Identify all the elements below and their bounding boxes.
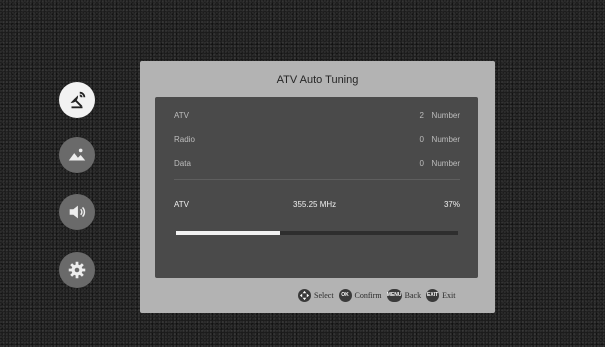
hint-label: Back — [404, 290, 422, 300]
side-menu-settings[interactable] — [59, 252, 95, 288]
row-count: 0 — [419, 159, 424, 168]
menu-key-icon: MENU — [386, 288, 402, 302]
sound-icon — [69, 205, 86, 219]
scan-progress-fill — [176, 231, 281, 235]
ok-key-icon: OK — [338, 288, 352, 302]
scan-status: ATV 355.25 MHz 37% — [174, 200, 460, 214]
dpad-icon — [298, 288, 311, 302]
side-menu-channel[interactable] — [59, 82, 95, 118]
row-label: ATV — [174, 111, 189, 120]
hint-label: Exit — [442, 290, 456, 300]
satellite-icon — [70, 91, 86, 109]
tv-screen: ATV Auto Tuning ATV 2 Number Radio 0 Num… — [0, 0, 605, 347]
row-label: Radio — [174, 135, 195, 144]
key-hints: Select OK Confirm MENU Back EXIT Exit — [298, 287, 460, 303]
row-count: 2 — [419, 111, 424, 120]
scan-type: ATV — [174, 200, 189, 209]
picture-icon — [68, 148, 86, 161]
scan-percent: 37% — [443, 200, 460, 209]
auto-tuning-dialog: ATV Auto Tuning ATV 2 Number Radio 0 Num… — [140, 61, 495, 313]
hint-confirm[interactable]: OK Confirm — [338, 288, 382, 302]
hint-label: Select — [314, 290, 334, 300]
hint-back[interactable]: MENU Back — [386, 288, 422, 302]
row-unit: Number — [431, 111, 460, 120]
result-row-atv: ATV 2 Number — [174, 111, 460, 125]
scan-progress-bar — [176, 231, 458, 235]
side-menu-picture[interactable] — [59, 137, 95, 173]
scan-frequency: 355.25 MHz — [293, 200, 337, 209]
divider — [174, 179, 460, 180]
result-row-radio: Radio 0 Number — [174, 135, 460, 149]
hint-exit[interactable]: EXIT Exit — [426, 288, 456, 302]
dialog-title: ATV Auto Tuning — [276, 74, 359, 86]
row-count: 0 — [419, 135, 424, 144]
hint-label: Confirm — [354, 290, 382, 300]
side-menu-sound[interactable] — [59, 194, 95, 230]
row-label: Data — [174, 159, 191, 168]
tuning-panel: ATV 2 Number Radio 0 Number Data 0 Numbe… — [155, 97, 478, 278]
gear-icon — [68, 261, 86, 279]
exit-key-icon: EXIT — [426, 288, 440, 302]
row-unit: Number — [431, 135, 460, 144]
hint-select[interactable]: Select — [298, 288, 334, 302]
result-row-data: Data 0 Number — [174, 159, 460, 173]
row-unit: Number — [431, 159, 460, 168]
